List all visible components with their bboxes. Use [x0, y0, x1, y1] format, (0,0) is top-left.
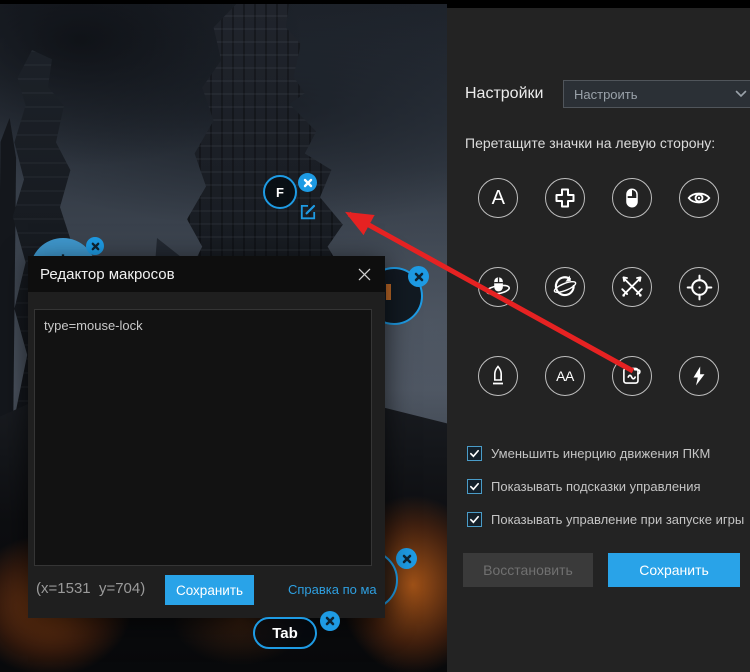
macro-help-link[interactable]: Справка по ма — [288, 582, 377, 597]
checkbox-show-control-hints[interactable]: Показывать подсказки управления — [467, 474, 743, 499]
drag-icons-hint: Перетащите значки на левую сторону: — [465, 135, 745, 151]
checkbox-label: Показывать управление при запуске игры — [491, 512, 744, 527]
settings-label: Настройки — [465, 85, 543, 103]
letter-aa-icon[interactable]: AA — [545, 356, 585, 396]
checkbox-checked-icon — [467, 446, 482, 461]
chevron-down-icon — [735, 90, 747, 98]
icon-letter: A — [492, 187, 505, 210]
settings-row: Настройки Настроить — [465, 80, 741, 108]
bullet-icon[interactable] — [478, 356, 518, 396]
dropdown-selected-value: Настроить — [574, 87, 735, 102]
remove-key-scope-icon[interactable] — [86, 237, 104, 255]
settings-panel: Настройки Настроить Перетащите значки на… — [447, 0, 750, 672]
dialog-close-button[interactable] — [355, 265, 373, 283]
checkbox-label: Уменьшить инерцию движения ПКМ — [491, 446, 710, 461]
macro-editor-dialog: Редактор макросов type=mouse-lock (x=153… — [28, 256, 385, 618]
checkbox-checked-icon — [467, 479, 482, 494]
top-black-bar — [447, 0, 750, 8]
macro-textarea[interactable]: type=mouse-lock — [34, 309, 372, 566]
close-icon — [91, 242, 100, 251]
checkbox-label: Показывать подсказки управления — [491, 479, 701, 494]
remove-key-f-icon[interactable] — [298, 173, 317, 192]
draggable-icon-grid: A — [478, 178, 719, 396]
macro-script-icon[interactable] — [612, 356, 652, 396]
cursor-coordinates: (x=1531 y=704) — [36, 580, 145, 597]
crossed-swords-icon[interactable] — [612, 267, 652, 307]
options-checkbox-list: Уменьшить инерцию движения ПКМ Показыват… — [467, 441, 743, 540]
checkbox-checked-icon — [467, 512, 482, 527]
orbit-rotate-icon[interactable] — [545, 267, 585, 307]
close-icon — [414, 272, 424, 282]
letter-a-icon[interactable]: A — [478, 178, 518, 218]
remove-key-icon[interactable] — [396, 548, 417, 569]
checkbox-show-controls-on-launch[interactable]: Показывать управление при запуске игры — [467, 507, 743, 532]
eye-icon[interactable] — [679, 178, 719, 218]
mouse-lock-icon[interactable] — [478, 267, 518, 307]
close-icon — [402, 554, 412, 564]
restore-button[interactable]: Восстановить — [463, 553, 593, 587]
mapped-key-f[interactable]: F — [263, 175, 297, 209]
top-black-bar — [0, 0, 447, 4]
checkbox-reduce-rmb-inertia[interactable]: Уменьшить инерцию движения ПКМ — [467, 441, 743, 466]
close-icon — [303, 178, 313, 188]
mouse-icon[interactable] — [612, 178, 652, 218]
crosshair-target-icon[interactable] — [679, 267, 719, 307]
save-button[interactable]: Сохранить — [608, 553, 740, 587]
medic-cross-icon[interactable] — [545, 178, 585, 218]
profile-dropdown[interactable]: Настроить — [563, 80, 750, 108]
key-glyph-fragment — [386, 284, 391, 300]
dialog-title: Редактор макросов — [40, 266, 355, 283]
edit-key-f-icon[interactable] — [299, 203, 317, 221]
key-mapping-screen: F Tab Редактор макросов type=mouse — [0, 0, 750, 672]
remove-key-icon[interactable] — [408, 266, 429, 287]
remove-key-tab-icon[interactable] — [320, 611, 340, 631]
dialog-header: Редактор макросов — [28, 256, 385, 292]
close-icon — [325, 616, 335, 626]
close-icon — [357, 267, 372, 282]
icon-letters: AA — [556, 368, 574, 384]
mapped-key-tab[interactable]: Tab — [253, 617, 317, 649]
lightning-icon[interactable] — [679, 356, 719, 396]
dialog-save-button[interactable]: Сохранить — [165, 575, 254, 605]
